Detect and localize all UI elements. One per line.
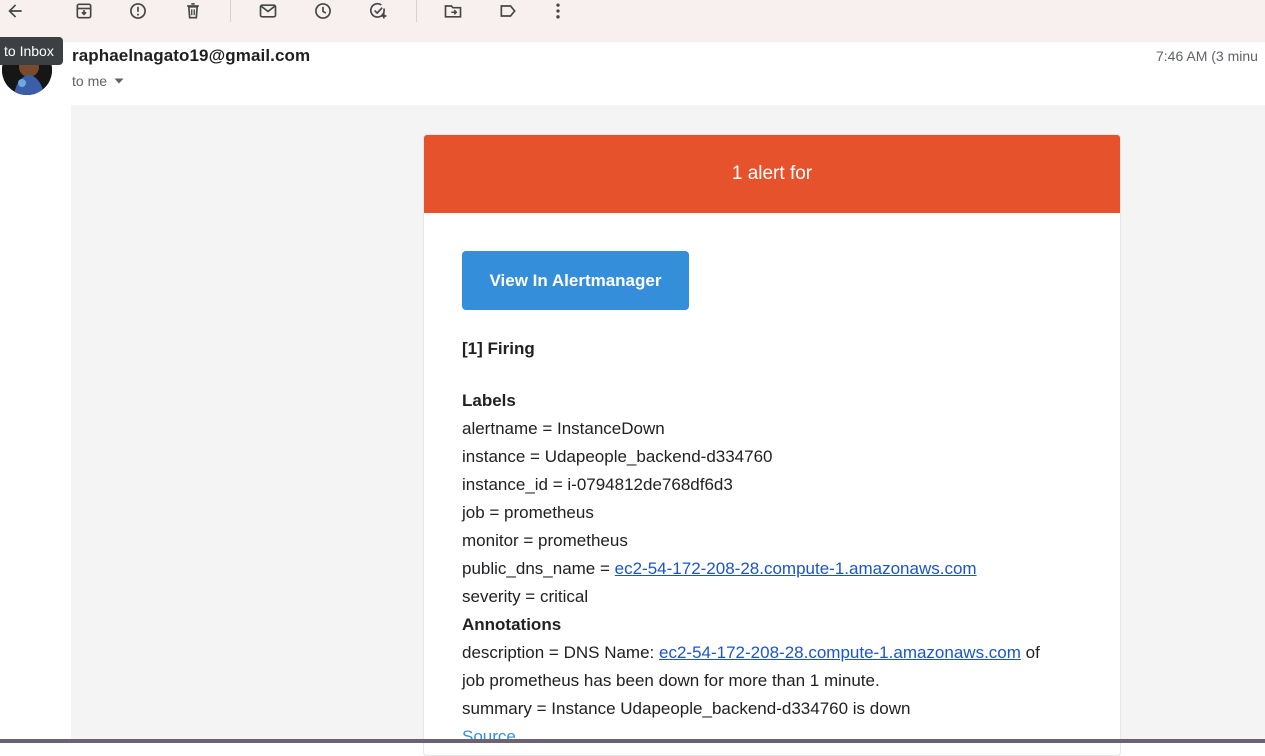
add-task-icon[interactable]: [365, 0, 391, 22]
toolbar-divider: [230, 0, 231, 22]
sender-email: raphaelnagato19@gmail.com: [72, 46, 311, 65]
label-instance: instance = Udapeople_backend-d334760: [462, 447, 773, 466]
label-alertname: alertname = InstanceDown: [462, 419, 665, 438]
move-to-icon[interactable]: [440, 0, 466, 22]
alert-content: [1] Firing Labels alertname = InstanceDo…: [462, 335, 1102, 751]
back-tooltip: to Inbox: [0, 37, 63, 65]
delete-icon[interactable]: [180, 0, 206, 22]
dns-link[interactable]: ec2-54-172-208-28.compute-1.amazonaws.co…: [615, 559, 977, 578]
labels-heading: Labels: [462, 391, 516, 410]
view-in-alertmanager-button[interactable]: View In Alertmanager: [462, 251, 689, 310]
label-job: job = prometheus: [462, 503, 594, 522]
description-prefix: description = DNS Name:: [462, 643, 659, 662]
label-monitor: monitor = prometheus: [462, 531, 628, 550]
toolbar-divider: [416, 0, 417, 22]
description-suffix: of: [1020, 643, 1040, 662]
snooze-icon[interactable]: [310, 0, 336, 22]
label-icon[interactable]: [495, 0, 521, 22]
email-toolbar: [0, 0, 1265, 42]
mark-unread-icon[interactable]: [255, 0, 281, 22]
label-instance-id: instance_id = i-0794812de768df6d3: [462, 475, 733, 494]
caret-down-icon: [114, 78, 124, 84]
recipient-label: to me: [72, 73, 108, 89]
recipient-details-toggle[interactable]: to me: [72, 73, 125, 89]
annotations-heading: Annotations: [462, 615, 562, 634]
description-dns-link[interactable]: ec2-54-172-208-28.compute-1.amazonaws.co…: [659, 643, 1021, 662]
label-public-dns-name: public_dns_name = ec2-54-172-208-28.comp…: [462, 555, 1102, 583]
firing-count: [1] Firing: [462, 339, 535, 358]
more-vert-icon[interactable]: [545, 0, 571, 22]
dns-prefix: public_dns_name =: [462, 559, 615, 578]
annotation-description-line2: job prometheus has been down for more th…: [462, 671, 880, 690]
alert-card: 1 alert for View In Alertmanager [1] Fir…: [423, 134, 1121, 756]
archive-icon[interactable]: [71, 0, 97, 22]
source-link[interactable]: Source: [462, 727, 516, 746]
back-arrow-icon[interactable]: [2, 0, 28, 22]
alert-header: 1 alert for: [424, 135, 1120, 213]
report-spam-icon[interactable]: [125, 0, 151, 22]
email-timestamp: 7:46 AM (3 minu: [1156, 48, 1258, 64]
annotation-summary: summary = Instance Udapeople_backend-d33…: [462, 699, 911, 718]
annotation-description: description = DNS Name: ec2-54-172-208-2…: [462, 639, 1102, 667]
window-bottom-border: [0, 739, 1265, 743]
label-severity: severity = critical: [462, 587, 589, 606]
